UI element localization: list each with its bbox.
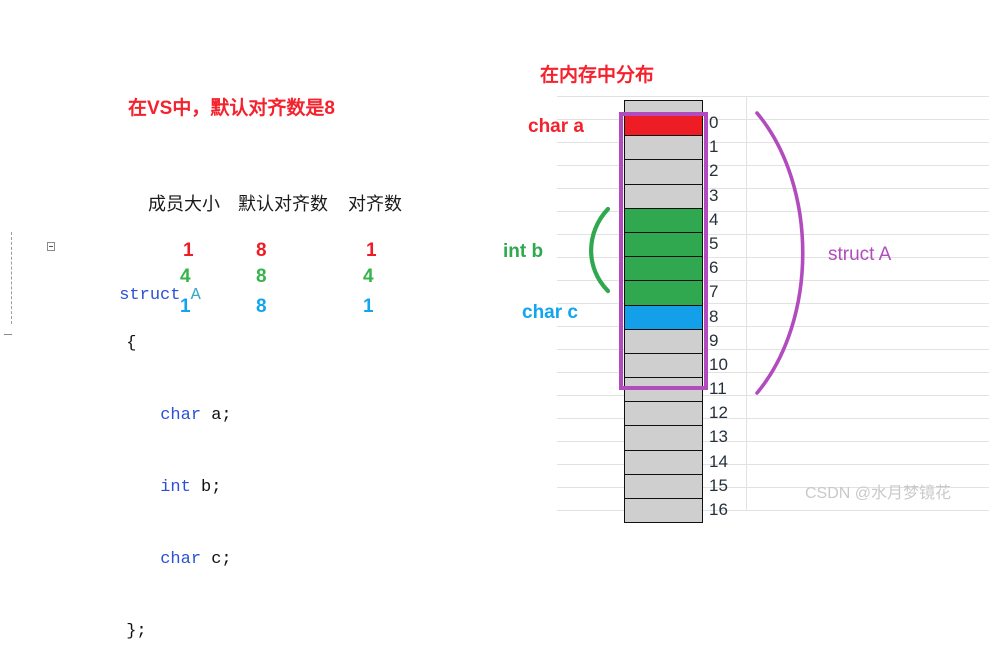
memory-cell-stub <box>624 100 703 112</box>
value-default_align-row-2: 8 <box>256 296 267 317</box>
memory-index-label-2: 2 <box>709 161 719 181</box>
memory-index-label-16: 16 <box>709 500 728 519</box>
memory-byte-column: 0 1 2 3 4 5 6 7 8 9 10 11 12 13 14 15 16 <box>624 100 728 524</box>
memory-index-label-4: 4 <box>709 209 719 229</box>
memory-cell-14: 14 <box>624 450 728 475</box>
memory-cell-0: 0 <box>624 112 718 137</box>
code-type-int-b: int <box>160 478 191 497</box>
memory-cell-2: 2 <box>624 160 718 185</box>
memory-index-label-0: 0 <box>709 113 719 132</box>
memory-cell-9: 9 <box>624 329 718 354</box>
memory-index-label-14: 14 <box>709 451 728 471</box>
column-header-align: 对齐数 <box>348 194 402 214</box>
value-align-row-2: 1 <box>363 296 374 317</box>
value-size-row-2: 1 <box>180 296 191 317</box>
value-size-row-0: 1 <box>183 240 194 261</box>
vs-alignment-note: 在VS中，默认对齐数是8 <box>128 98 335 119</box>
memory-index-label-8: 8 <box>709 306 719 326</box>
annotation-int-b: int b <box>503 241 544 262</box>
struct-a-brace-icon <box>755 111 805 395</box>
grid-line-horizontal <box>557 372 989 373</box>
code-line-member-a: char a; <box>47 380 231 425</box>
value-size-row-1: 4 <box>180 266 191 287</box>
column-header-default-align: 默认对齐数 <box>238 194 328 214</box>
memory-cell-15: 15 <box>624 474 728 499</box>
memory-cell-3: 3 <box>624 184 718 209</box>
grid-line-horizontal <box>557 257 989 258</box>
memory-index-label-1: 1 <box>709 137 719 157</box>
code-line-open-brace: { <box>47 308 232 353</box>
grid-line-vertical <box>746 96 747 510</box>
background-grid <box>557 96 989 511</box>
memory-index-label-12: 12 <box>709 403 728 423</box>
memory-cell-12: 12 <box>624 402 728 427</box>
memory-index-label-6: 6 <box>709 258 719 278</box>
collapse-marker-icon[interactable] <box>47 242 55 251</box>
memory-cell-13: 13 <box>624 426 728 451</box>
grid-line-horizontal <box>557 510 989 511</box>
code-tail-tick <box>4 334 12 335</box>
annotation-char-c: char c <box>522 302 578 323</box>
code-decl-c: c; <box>201 550 232 569</box>
code-decl-b: b; <box>190 478 222 497</box>
value-default_align-row-0: 8 <box>256 240 267 261</box>
grid-line-horizontal <box>557 395 989 396</box>
memory-index-label-10: 10 <box>709 354 728 374</box>
grid-line-horizontal <box>557 280 989 281</box>
grid-line-horizontal <box>557 96 989 97</box>
value-align-row-0: 1 <box>366 240 377 261</box>
memory-index-label-7: 7 <box>709 282 719 302</box>
grid-line-horizontal <box>557 464 989 465</box>
value-align-row-1: 4 <box>363 266 374 287</box>
grid-line-horizontal <box>557 326 989 327</box>
annotation-struct-a: struct A <box>828 244 892 265</box>
grid-line-horizontal <box>557 119 989 120</box>
diagram-canvas: 在VS中，默认对齐数是8 在内存中分布 struct A { char a; i… <box>0 0 989 641</box>
code-open-brace: { <box>126 334 137 353</box>
memory-cell-8: 8 <box>624 305 718 330</box>
grid-line-horizontal <box>557 349 989 350</box>
grid-line-horizontal <box>557 188 989 189</box>
indent-guide-line <box>11 232 12 324</box>
code-line-struct: struct A <box>47 236 232 305</box>
struct-code-block: struct A { char a; int b; char c; }; <box>47 188 232 668</box>
code-line-close-brace: }; <box>47 596 232 641</box>
code-type-char-a: char <box>160 406 202 425</box>
grid-line-horizontal <box>557 211 989 212</box>
annotation-char-a: char a <box>528 116 584 137</box>
grid-line-horizontal <box>557 303 989 304</box>
code-keyword-struct: struct <box>119 286 181 305</box>
memory-cell-16: 16 <box>624 499 728 524</box>
code-type-char-c: char <box>160 550 202 569</box>
memory-index-label-11: 11 <box>709 379 727 399</box>
memory-index-label-13: 13 <box>709 427 728 447</box>
memory-cell-7: 7 <box>624 281 718 306</box>
int-b-brace-icon <box>589 206 611 294</box>
code-close-brace: }; <box>126 622 147 641</box>
code-line-member-c: char c; <box>47 524 231 569</box>
grid-line-horizontal <box>557 234 989 235</box>
grid-line-horizontal <box>557 165 989 166</box>
memory-cell-4: 4 <box>624 208 718 233</box>
grid-line-horizontal <box>557 142 989 143</box>
grid-line-horizontal <box>557 441 989 442</box>
value-default_align-row-1: 8 <box>256 266 267 287</box>
memory-cell-10: 10 <box>624 353 728 379</box>
memory-index-label-15: 15 <box>709 475 728 495</box>
code-decl-a: a; <box>201 406 232 425</box>
code-line-member-b: int b; <box>47 452 232 497</box>
column-header-member-size: 成员大小 <box>148 194 220 214</box>
memory-index-label-3: 3 <box>709 185 719 205</box>
memory-index-label-5: 5 <box>709 233 719 253</box>
watermark: CSDN @水月梦镜花 <box>805 485 952 502</box>
grid-line-horizontal <box>557 418 989 419</box>
memory-cell-6: 6 <box>624 257 718 282</box>
memory-cell-11: 11 <box>624 378 727 403</box>
memory-cell-5: 5 <box>624 232 718 258</box>
memory-index-label-9: 9 <box>709 330 719 350</box>
memory-layout-title: 在内存中分布 <box>540 65 655 86</box>
memory-cell-1: 1 <box>624 136 718 161</box>
